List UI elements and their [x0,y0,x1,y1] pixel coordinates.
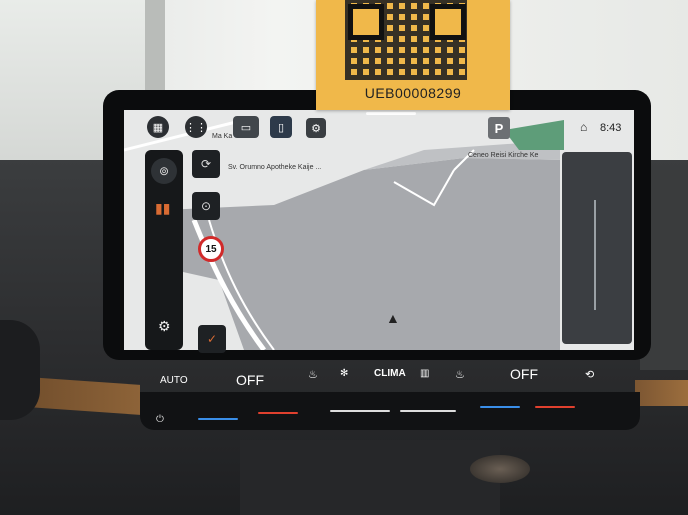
map-view[interactable] [124,110,634,350]
center-console [240,440,500,515]
park-button[interactable]: P [488,117,510,139]
route-line [594,200,596,310]
fan-slider[interactable] [400,410,456,412]
climate-auto-button[interactable]: AUTO [160,375,188,386]
left-temp-cool-slider[interactable] [198,418,238,420]
zoom-icon[interactable]: ⊙ [192,192,220,220]
qr-finder [430,4,466,40]
right-temp-cool-slider[interactable] [480,406,520,408]
home-icon: ⌂ [580,120,588,134]
navigation-icon[interactable]: ⊚ [151,158,177,184]
climate-left-off-button[interactable]: OFF [236,372,264,388]
poi-label[interactable]: Ma Ka [212,133,232,140]
right-temp-heat-slider[interactable] [535,406,575,408]
recirculation-car-icon[interactable]: ⟲ [585,368,594,381]
drag-handle[interactable] [366,112,416,115]
dashboard-trim-right [635,380,688,406]
left-temp-heat-slider[interactable] [258,412,298,414]
poi-label[interactable]: Sv. Orumno Apotheke Kaije ... [228,164,321,171]
steering-stalk [0,320,40,420]
climate-right-off-button[interactable]: OFF [510,366,538,382]
seat-heat-right-icon[interactable]: ♨ [455,368,465,381]
defrost-icon[interactable]: ▥ [420,368,429,379]
fan-icon[interactable]: ✻ [340,368,348,379]
infotainment-screen [124,110,634,350]
clima-button[interactable]: CLIMA [374,368,406,379]
speed-limit-sign: 15 [198,236,224,262]
route-icon[interactable]: ⟳ [192,150,220,178]
power-icon[interactable]: ⏻ [156,414,164,425]
gear-shifter [470,455,530,483]
volume-slider[interactable] [330,410,390,412]
phone-icon[interactable]: ▯ [270,116,292,138]
poi-label[interactable]: Ceneo Reisi Kirche Ke [468,152,538,159]
sticker-code: UEB00008299 [364,85,462,101]
vehicle-position-icon: ▲ [386,310,400,326]
lower-control-strip [140,392,640,430]
apps-grid-icon[interactable]: ⋮⋮ [185,116,207,138]
seat-heat-left-icon[interactable]: ♨ [308,368,318,381]
windows-grid-icon[interactable]: ▦ [147,116,169,138]
map-icon[interactable]: ▮▮ [155,200,170,217]
gear-icon[interactable]: ⚙ [158,318,171,335]
car-icon[interactable]: ▭ [233,116,259,138]
qr-finder [348,4,384,40]
clock: 8:43 [600,122,622,134]
route-panel[interactable] [562,152,632,344]
poi-icon[interactable]: ✓ [198,325,226,353]
settings-icon[interactable]: ⚙ [306,118,326,138]
